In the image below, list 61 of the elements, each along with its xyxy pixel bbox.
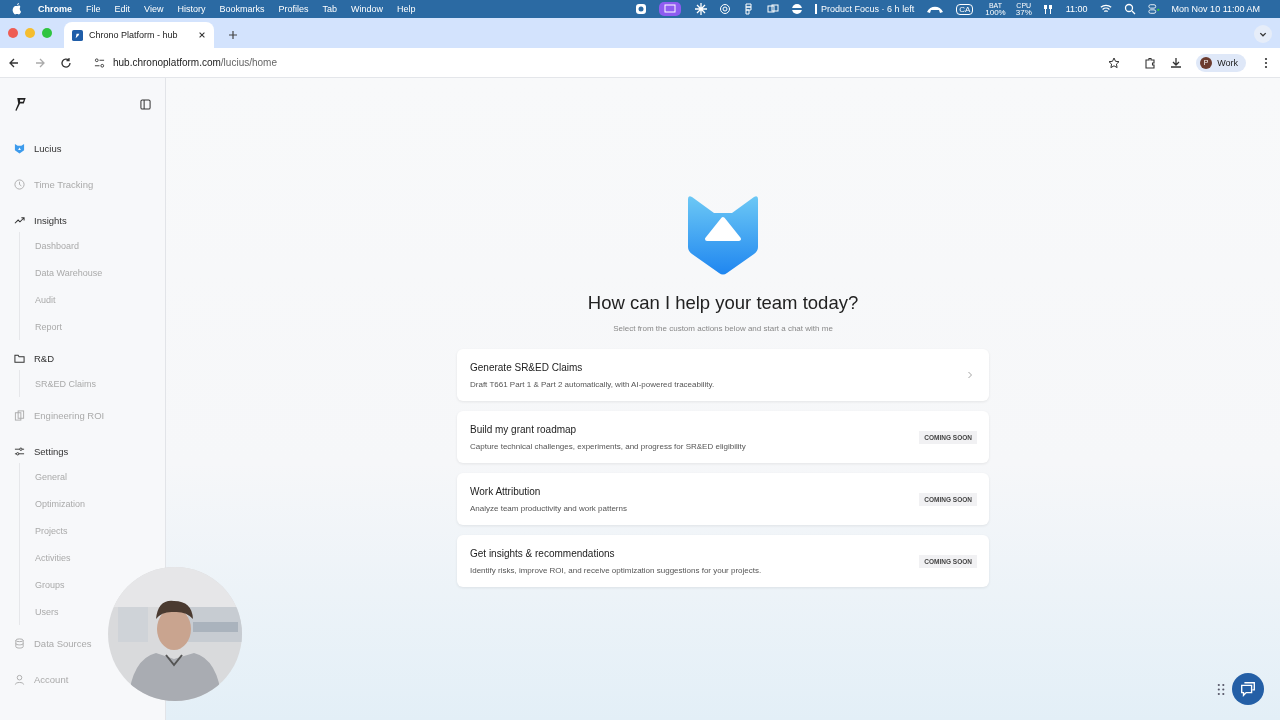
menu-app-name[interactable]: Chrome: [38, 4, 72, 14]
card-description: Capture technical challenges, experiments, and progress for SR&ED eligibility: [470, 441, 747, 451]
keyboard-input[interactable]: CA: [956, 3, 974, 15]
menu-item[interactable]: Profiles: [278, 4, 309, 14]
back-icon[interactable]: [8, 56, 20, 69]
card-description: Draft T661 Part 1 & Part 2 automatically, with AI-powered traceability.: [470, 379, 716, 389]
folder-icon: [14, 352, 25, 364]
screen-share-icon[interactable]: [659, 2, 682, 16]
menu-item[interactable]: Tab: [322, 4, 337, 14]
sliders-icon: [14, 445, 25, 457]
card-description: Analyze team productivity and work patterns: [470, 503, 628, 513]
clock-icon: [14, 178, 25, 190]
tab-search-icon[interactable]: [1254, 25, 1272, 43]
menu-clock[interactable]: Mon Nov 10 11:00 AM: [1171, 4, 1260, 14]
menu-item[interactable]: History: [177, 4, 206, 14]
extensions-icon[interactable]: [1144, 56, 1157, 69]
card-description: Identify risks, improve ROI, and receive optimization suggestions for your projects.: [470, 565, 763, 575]
chevron-right-icon: [967, 370, 973, 380]
site-settings-icon[interactable]: [94, 56, 105, 69]
menu-item[interactable]: File: [86, 4, 101, 14]
sidebar-toggle-icon[interactable]: [140, 98, 151, 110]
download-icon[interactable]: [1170, 56, 1183, 69]
menu-item[interactable]: View: [144, 4, 164, 14]
new-tab-icon[interactable]: [228, 30, 238, 40]
tab-title: Chrono Platform - hub: [89, 30, 179, 40]
wifi-icon[interactable]: [1099, 3, 1112, 15]
chat-icon: [1239, 680, 1257, 698]
action-card[interactable]: Generate SR&ED Claims Draft T661 Part 1 & Part 2 automatically, with AI-powered traceability.: [457, 349, 989, 401]
main-heading: How can I help your team today?: [587, 292, 859, 314]
grid-dots-icon[interactable]: [1217, 683, 1226, 696]
trend-icon: [14, 214, 25, 226]
chat-button[interactable]: [1232, 673, 1264, 705]
shield-logo-icon: [688, 195, 758, 275]
bookmark-star-icon[interactable]: [1108, 56, 1121, 69]
sidebar-item[interactable]: Lucius: [14, 130, 62, 166]
menu-item[interactable]: Help: [397, 4, 416, 14]
shield-logo-icon: [14, 142, 25, 154]
apple-icon[interactable]: [12, 3, 22, 15]
clipboard-icon: [14, 409, 25, 421]
favicon-icon: [72, 29, 83, 41]
menu-item[interactable]: Window: [350, 4, 383, 14]
reload-icon[interactable]: [60, 56, 72, 69]
card-title: Build my grant roadmap: [470, 423, 578, 435]
control-center-icon[interactable]: [1147, 3, 1160, 15]
focus-timer[interactable]: Product Focus · 6 h left: [815, 4, 915, 14]
status-icon[interactable]: [635, 3, 648, 15]
brand-logo-icon[interactable]: [14, 96, 28, 112]
close-icon[interactable]: [198, 31, 206, 39]
status-time: 11:00: [1065, 4, 1088, 14]
database-icon: [14, 637, 25, 649]
sparkle-icon[interactable]: [695, 3, 708, 15]
card-title: Get insights & recommendations: [470, 547, 616, 559]
close-window-icon[interactable]: [8, 28, 18, 38]
search-icon[interactable]: [1123, 3, 1136, 15]
menu-item[interactable]: Edit: [114, 4, 131, 14]
card-title: Work Attribution: [470, 485, 542, 497]
card-title: Generate SR&ED Claims: [470, 361, 584, 373]
subtitle: Select from the custom actions below and start a chat with me: [613, 324, 833, 333]
user-icon: [14, 673, 25, 685]
browser-tab[interactable]: Chrono Platform - hub: [64, 22, 214, 48]
menu-item[interactable]: Bookmarks: [219, 4, 265, 14]
